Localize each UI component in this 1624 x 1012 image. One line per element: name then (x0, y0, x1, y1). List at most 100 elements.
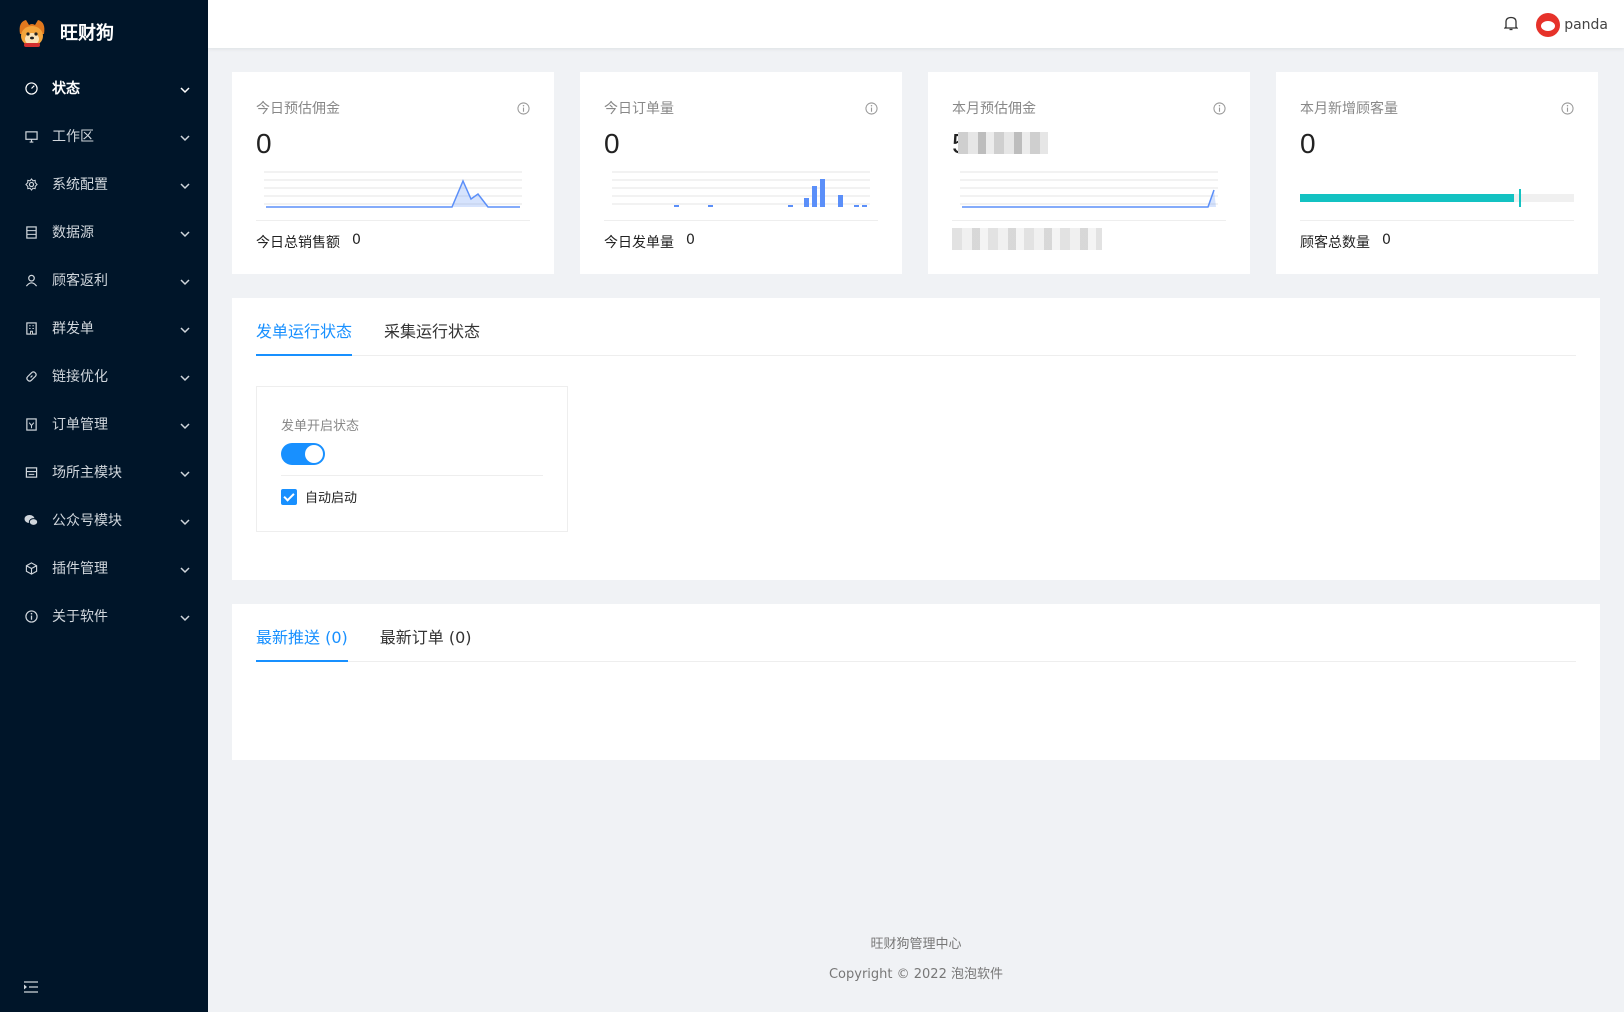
info-circle-icon[interactable] (1213, 100, 1226, 115)
chevron-down-icon (180, 275, 190, 286)
user-icon (24, 273, 38, 287)
user-menu[interactable]: panda (1536, 13, 1608, 37)
send-enabled-switch[interactable] (281, 443, 325, 465)
top-header: panda (208, 0, 1624, 48)
send-enabled-label: 发单开启状态 (281, 419, 360, 434)
card-title: 今日订单量 (604, 101, 674, 117)
sidebar-item-label: 工作区 (52, 129, 94, 145)
sidebar-item-label: 系统配置 (52, 177, 108, 193)
chevron-down-icon (180, 131, 190, 142)
switch-knob (305, 445, 323, 463)
bell-icon[interactable] (1503, 15, 1520, 33)
building-icon (24, 321, 38, 335)
footer-title: 旺财狗管理中心 (870, 937, 962, 952)
tab-collect-status[interactable]: 采集运行状态 (384, 298, 480, 355)
tab-send-status[interactable]: 发单运行状态 (256, 298, 353, 356)
chevron-down-icon (180, 467, 190, 478)
chevron-down-icon (180, 371, 190, 382)
chevron-down-icon (180, 563, 190, 574)
footer-value: 0 (352, 232, 361, 248)
send-status-box: 发单开启状态 自动启动 (256, 386, 568, 532)
latest-panel: 最新推送 (0) 最新订单 (0) (232, 604, 1600, 760)
sidebar-menu: 状态 工作区 系统配置 数据源 顾客返利 群发单 链接优化 订单管理 场所主模块… (0, 64, 208, 640)
username: panda (1564, 17, 1608, 33)
logo[interactable]: 旺财狗 (0, 0, 208, 64)
menu-fold-icon[interactable] (24, 978, 40, 993)
sidebar-item-label: 订单管理 (52, 417, 108, 433)
card-title: 今日预估佣金 (256, 101, 340, 117)
sidebar-item-customer-rebate[interactable]: 顾客返利 (0, 256, 208, 304)
info-circle-icon[interactable] (517, 100, 530, 115)
order-icon (24, 417, 38, 431)
sidebar-item-group-send[interactable]: 群发单 (0, 304, 208, 352)
stat-card-today-commission: 今日预估佣金 0 今日总销售额 0 (232, 72, 554, 274)
auto-start-checkbox[interactable] (281, 488, 297, 505)
info-circle-icon[interactable] (865, 100, 878, 115)
card-footer: 今日发单量 0 (604, 232, 695, 252)
today-commission-sparkline (264, 171, 522, 208)
footer-value: 0 (686, 232, 695, 248)
tab-latest-orders[interactable]: 最新订单 (0) (380, 604, 472, 661)
sidebar: 旺财狗 状态 工作区 系统配置 数据源 顾客返利 群发单 链接优化 订单管理 场… (0, 0, 208, 1012)
sidebar-item-about[interactable]: 关于软件 (0, 592, 208, 640)
card-value: 0 (1300, 128, 1316, 159)
sidebar-item-label: 关于软件 (52, 609, 108, 625)
sidebar-item-order-management[interactable]: 订单管理 (0, 400, 208, 448)
gear-icon (24, 177, 38, 191)
chevron-down-icon (180, 83, 190, 94)
page-footer: 旺财狗管理中心 Copyright © 2022 泡泡软件 (208, 930, 1624, 990)
card-footer: 顾客总数量 0 (1300, 232, 1391, 252)
divider (1300, 220, 1574, 221)
sidebar-item-link-optimize[interactable]: 链接优化 (0, 352, 208, 400)
tab-latest-push[interactable]: 最新推送 (0) (256, 604, 348, 662)
sidebar-item-label: 公众号模块 (52, 513, 122, 529)
sidebar-item-plugin-management[interactable]: 插件管理 (0, 544, 208, 592)
sidebar-item-status[interactable]: 状态 (0, 64, 208, 112)
sidebar-item-label: 插件管理 (52, 561, 108, 577)
sidebar-item-label: 链接优化 (52, 369, 108, 385)
chevron-down-icon (180, 611, 190, 622)
divider (256, 220, 530, 221)
footer-label: 顾客总数量 (1300, 235, 1370, 251)
store-icon (24, 465, 38, 479)
divider (952, 220, 1226, 221)
progress-fill (1300, 194, 1514, 202)
progress-target-marker (1519, 189, 1522, 207)
card-title: 本月新增顾客量 (1300, 101, 1398, 117)
chevron-down-icon (180, 515, 190, 526)
month-commission-sparkline (960, 171, 1218, 208)
avatar (1536, 13, 1561, 37)
chevron-down-icon (180, 227, 190, 238)
today-orders-bar-sparkline (612, 171, 870, 207)
sidebar-item-workspace[interactable]: 工作区 (0, 112, 208, 160)
stat-card-month-commission: 本月预估佣金 5 (928, 72, 1250, 274)
desktop-icon (24, 129, 38, 143)
link-icon (24, 369, 38, 383)
plugin-icon (24, 561, 38, 575)
status-tabs: 发单运行状态 采集运行状态 (256, 298, 1576, 356)
sidebar-item-datasource[interactable]: 数据源 (0, 208, 208, 256)
sidebar-item-wechat-module[interactable]: 公众号模块 (0, 496, 208, 544)
info-circle-icon[interactable] (1561, 100, 1574, 115)
wechat-icon (24, 513, 38, 527)
sidebar-item-label: 顾客返利 (52, 273, 108, 289)
auto-start-checkbox-row[interactable]: 自动启动 (281, 487, 357, 506)
sidebar-item-label: 数据源 (52, 225, 94, 241)
blurred-value (958, 132, 1048, 154)
card-title: 本月预估佣金 (952, 101, 1036, 117)
info-icon (24, 609, 38, 623)
stat-card-month-new-customers: 本月新增顾客量 0 顾客总数量 0 (1276, 72, 1598, 274)
footer-label: 今日发单量 (604, 235, 674, 251)
dashboard-icon (24, 81, 38, 95)
divider (281, 475, 543, 476)
card-value: 0 (604, 128, 620, 159)
sidebar-item-label: 场所主模块 (52, 465, 122, 481)
chevron-down-icon (180, 179, 190, 190)
dog-logo-icon (16, 16, 48, 48)
auto-start-label: 自动启动 (305, 491, 358, 506)
sidebar-item-venue-module[interactable]: 场所主模块 (0, 448, 208, 496)
divider (604, 220, 878, 221)
sidebar-item-system-config[interactable]: 系统配置 (0, 160, 208, 208)
card-footer: 今日总销售额 0 (256, 232, 361, 252)
blurred-footer (952, 228, 1102, 250)
